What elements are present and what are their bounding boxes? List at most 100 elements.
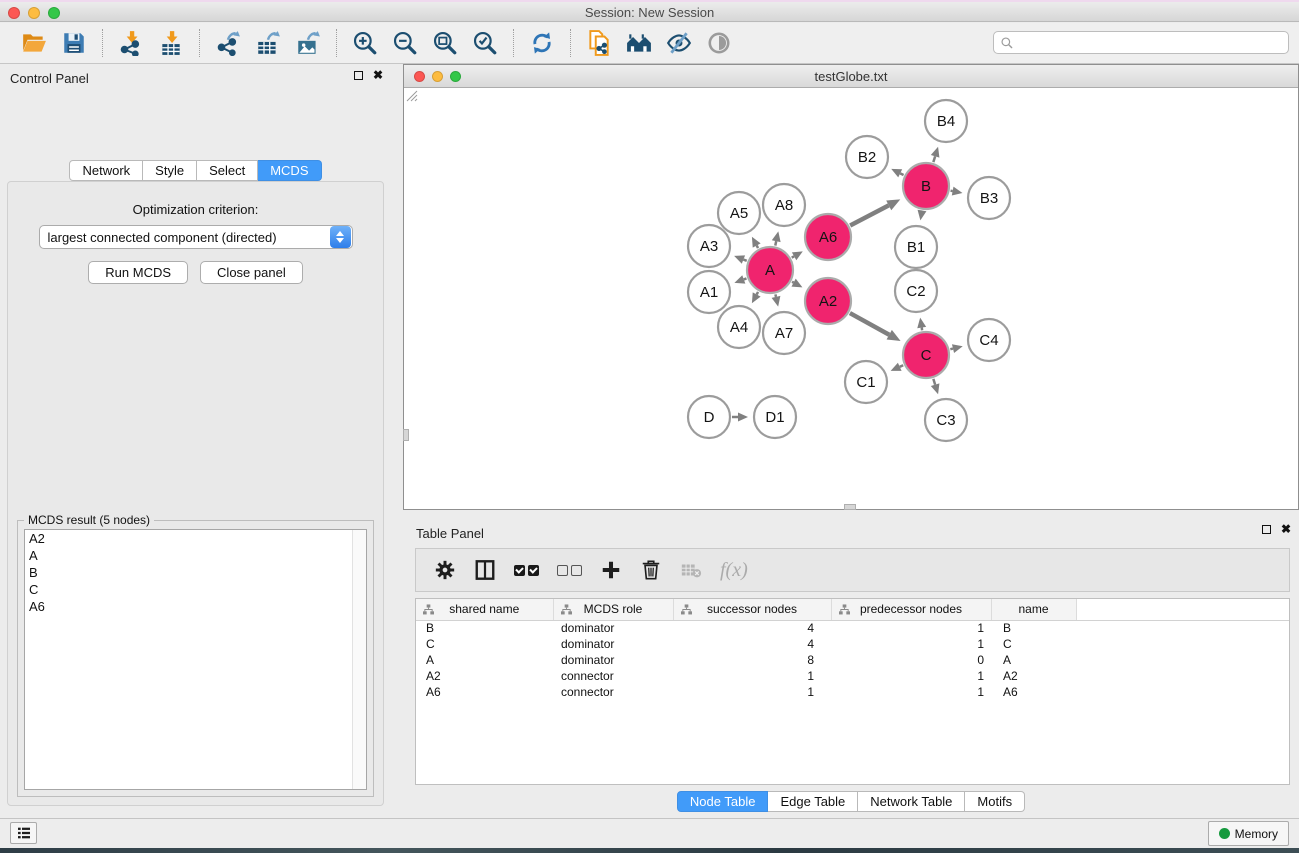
cell-predecessor-nodes[interactable]: 1 xyxy=(831,684,991,700)
cell-successor-nodes[interactable]: 1 xyxy=(673,684,831,700)
mcds-result-item[interactable]: C xyxy=(25,581,366,598)
table-settings-gear-icon[interactable] xyxy=(434,559,456,581)
graph-edge-B-B4[interactable] xyxy=(933,156,935,162)
memory-button[interactable]: Memory xyxy=(1208,821,1289,846)
cell-mcds-role[interactable]: connector xyxy=(553,668,673,684)
refresh-layout-button[interactable] xyxy=(522,27,562,59)
table-row[interactable]: A2connector11A2 xyxy=(416,668,1289,684)
graph-edge-A-A7[interactable] xyxy=(775,294,776,296)
home-button[interactable] xyxy=(619,27,659,59)
graph-edge-A-A1[interactable] xyxy=(744,278,747,279)
cell-mcds-role[interactable]: dominator xyxy=(553,636,673,652)
export-image-button[interactable] xyxy=(288,27,328,59)
hide-details-button[interactable] xyxy=(659,27,699,59)
network-canvas[interactable]: B4B2BB3A5A8A6A3B1AA1C2A2A4A7C4CC1C3DD1 xyxy=(404,88,1298,509)
tab-motifs[interactable]: Motifs xyxy=(965,791,1025,812)
cell-shared-name[interactable]: A6 xyxy=(416,684,553,700)
cell-successor-nodes[interactable]: 4 xyxy=(673,636,831,652)
mcds-result-list[interactable]: A2ABCA6 xyxy=(24,529,367,790)
resize-grip-icon[interactable] xyxy=(404,88,418,102)
search-input[interactable] xyxy=(1018,36,1282,50)
graph-edge-A-A3[interactable] xyxy=(743,260,746,261)
network-window-titlebar[interactable]: testGlobe.txt xyxy=(404,65,1298,88)
select-all-checkboxes-icon[interactable] xyxy=(514,565,539,576)
tab-style[interactable]: Style xyxy=(143,160,197,181)
column-header-mcds-role[interactable]: MCDS role xyxy=(553,599,673,620)
column-header-shared-name[interactable]: shared name xyxy=(416,599,553,620)
import-network-button[interactable] xyxy=(111,27,151,59)
graph-edge-B-B2[interactable] xyxy=(900,173,903,175)
column-visibility-icon[interactable] xyxy=(474,559,496,581)
export-table-button[interactable] xyxy=(248,27,288,59)
show-panels-button[interactable] xyxy=(10,822,37,844)
cell-name[interactable]: A xyxy=(991,652,1076,668)
result-list-scrollbar[interactable] xyxy=(352,530,366,789)
run-mcds-button[interactable]: Run MCDS xyxy=(88,261,188,284)
float-table-panel-icon[interactable] xyxy=(1262,525,1271,534)
delete-column-trash-icon[interactable] xyxy=(640,559,662,581)
optimization-criterion-select[interactable]: largest connected component (directed) xyxy=(39,225,353,249)
tab-mcds[interactable]: MCDS xyxy=(258,160,321,181)
table-row[interactable]: A6connector11A6 xyxy=(416,684,1289,700)
import-table-button[interactable] xyxy=(151,27,191,59)
mcds-result-item[interactable]: A2 xyxy=(25,530,366,547)
zoom-selected-button[interactable] xyxy=(465,27,505,59)
graph-edge-A-A4[interactable] xyxy=(757,292,758,295)
deselect-all-checkboxes-icon[interactable] xyxy=(557,565,582,576)
graph-edge-A-A5[interactable] xyxy=(757,246,758,249)
tab-network[interactable]: Network xyxy=(69,160,143,181)
search-field[interactable] xyxy=(993,31,1289,54)
zoom-in-button[interactable] xyxy=(345,27,385,59)
graph-edge-A-A6[interactable] xyxy=(792,256,794,257)
graph-edge-C-C4[interactable] xyxy=(950,349,953,350)
close-table-panel-icon[interactable]: ✖ xyxy=(1281,525,1291,534)
cell-shared-name[interactable]: A2 xyxy=(416,668,553,684)
zoom-fit-button[interactable] xyxy=(425,27,465,59)
cell-predecessor-nodes[interactable]: 0 xyxy=(831,652,991,668)
open-session-button[interactable] xyxy=(14,27,54,59)
cell-shared-name[interactable]: A xyxy=(416,652,553,668)
cell-successor-nodes[interactable]: 8 xyxy=(673,652,831,668)
cell-predecessor-nodes[interactable]: 1 xyxy=(831,668,991,684)
table-row[interactable]: Adominator80A xyxy=(416,652,1289,668)
cell-successor-nodes[interactable]: 4 xyxy=(673,620,831,636)
export-network-button[interactable] xyxy=(208,27,248,59)
cell-name[interactable]: A6 xyxy=(991,684,1076,700)
graph-edge-A2-C[interactable] xyxy=(850,313,889,335)
cell-name[interactable]: A2 xyxy=(991,668,1076,684)
table-row[interactable]: Cdominator41C xyxy=(416,636,1289,652)
add-column-icon[interactable] xyxy=(600,559,622,581)
graph-edge-A6-B[interactable] xyxy=(850,205,889,225)
float-panel-icon[interactable] xyxy=(354,71,363,80)
cell-mcds-role[interactable]: dominator xyxy=(553,620,673,636)
table-row[interactable]: Bdominator41B xyxy=(416,620,1289,636)
cell-predecessor-nodes[interactable]: 1 xyxy=(831,636,991,652)
tab-edge-table[interactable]: Edge Table xyxy=(768,791,858,812)
cell-shared-name[interactable]: B xyxy=(416,620,553,636)
column-header-successor-nodes[interactable]: successor nodes xyxy=(673,599,831,620)
graph-edge-C-C3[interactable] xyxy=(933,379,935,385)
graph-edge-C-C1[interactable] xyxy=(900,365,903,367)
tab-network-table[interactable]: Network Table xyxy=(858,791,965,812)
function-builder-button[interactable]: f(x) xyxy=(720,559,748,582)
frame-edge-handle[interactable] xyxy=(844,504,856,510)
cell-name[interactable]: B xyxy=(991,620,1076,636)
new-network-from-selection-button[interactable] xyxy=(579,27,619,59)
graph-edge-A-A2[interactable] xyxy=(792,282,794,283)
tab-select[interactable]: Select xyxy=(197,160,258,181)
mcds-result-item[interactable]: A6 xyxy=(25,598,366,615)
save-session-button[interactable] xyxy=(54,27,94,59)
tab-node-table[interactable]: Node Table xyxy=(677,791,769,812)
column-header-name[interactable]: name xyxy=(991,599,1076,620)
cell-shared-name[interactable]: C xyxy=(416,636,553,652)
close-panel-button[interactable]: Close panel xyxy=(200,261,303,284)
cell-predecessor-nodes[interactable]: 1 xyxy=(831,620,991,636)
frame-edge-handle[interactable] xyxy=(403,429,409,441)
close-panel-icon[interactable]: ✖ xyxy=(373,71,383,80)
graph-edge-A-A8[interactable] xyxy=(775,241,776,245)
cell-successor-nodes[interactable]: 1 xyxy=(673,668,831,684)
cell-mcds-role[interactable]: connector xyxy=(553,684,673,700)
cell-name[interactable]: C xyxy=(991,636,1076,652)
network-graph[interactable]: B4B2BB3A5A8A6A3B1AA1C2A2A4A7C4CC1C3DD1 xyxy=(404,88,1296,509)
column-header-predecessor-nodes[interactable]: predecessor nodes xyxy=(831,599,991,620)
